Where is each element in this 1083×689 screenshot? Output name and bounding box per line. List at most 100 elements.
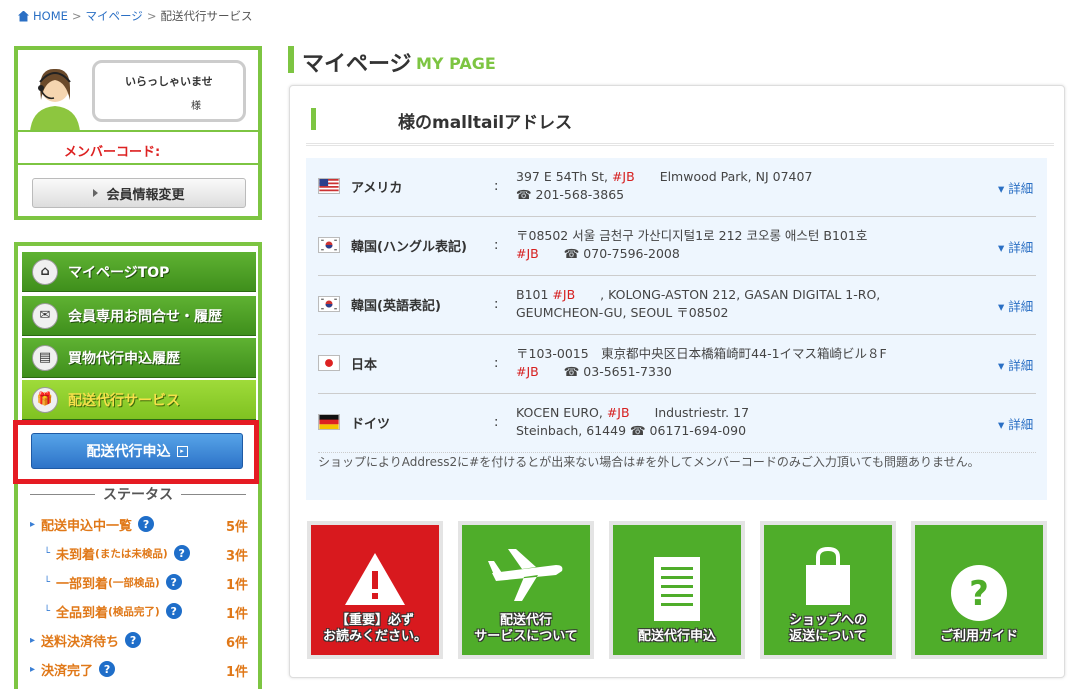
heading-accent-bar [311,108,316,130]
detail-link[interactable]: ▾ 詳細 [998,296,1033,315]
address-heading: 様のmalltailアドレス [398,113,573,133]
document-icon: ▤ [32,344,58,371]
address-text: KOCEN EURO, #JB Industriestr. 17 Steinba… [516,404,956,440]
status-item-partial-arrived[interactable]: └ 一部到着 (一部検品) ? [44,572,182,592]
status-item-all-arrived[interactable]: └ 全品到着 (検品完了) ? [44,601,182,621]
status-item-awaiting-payment[interactable]: ▸ 送料決済待ち ? [30,630,142,650]
address-text: B101 #JB , KOLONG-ASTON 212, GASAN DIGIT… [516,286,956,322]
important-notice-tile[interactable]: 【重要】必ず お読みください。 [307,521,443,659]
chevron-right-icon: ▸ [30,663,36,675]
colon: : [494,297,499,312]
help-icon[interactable]: ? [165,603,182,619]
sidebar-item-label: マイページTOP [68,264,170,281]
status-heading-text: ステータス [103,487,173,503]
address-line: GEUMCHEON-GU, SEOUL 〒08502 [516,305,729,320]
help-icon[interactable]: ? [138,516,155,532]
country-name: ドイツ [351,417,391,432]
address-line: Elmwood Park, NJ 07407 [634,169,813,184]
status-count: 5件 [225,520,248,535]
document-icon [654,557,700,621]
status-item-label: 決済完了 [41,663,94,679]
phone-line: ☎ 201-568-3865 [516,187,625,202]
status-item-label: 配送申込中一覧 [41,518,133,534]
greeting-text: いらっしゃいませ [125,75,213,88]
sidebar-item-mypage-top[interactable]: ⌂ マイページTOP [22,252,256,292]
breadcrumb-mypage[interactable]: マイページ [86,8,143,24]
status-count: 1件 [225,578,248,593]
greeting-suffix: 様 [191,101,201,112]
address-line: Industriestr. 17 [629,405,750,420]
shipping-apply-label: 配送代行申込 [86,444,171,460]
detail-link[interactable]: ▾ 詳細 [998,414,1033,433]
edit-member-info-button[interactable]: 会員情報変更 [32,178,246,208]
status-item-paid[interactable]: ▸ 決済完了 ? [30,659,116,679]
sidebar-item-inquiry[interactable]: ✉ 会員専用お問合せ・履歴 [22,296,256,336]
address-text: 〒103-0015 東京都中央区日本橋箱崎町44-1イマス箱崎ビル８F #JB … [516,345,956,381]
airplane-icon [488,549,563,601]
address-line: 397 E 54Th St, [516,169,612,184]
korea-flag-icon [318,296,340,312]
help-icon[interactable]: ? [125,632,142,648]
breadcrumb-home[interactable]: HOME [33,9,68,23]
breadcrumb-separator: > [146,9,157,23]
usa-flag-icon [318,178,340,194]
divider [18,130,258,132]
status-count: 3件 [225,549,248,564]
germany-flag-icon [318,414,340,430]
detail-link[interactable]: ▾ 詳細 [998,237,1033,256]
address-note: ショップによりAddress2に#を付けるとが出来ない場合は#を外してメンバーコ… [318,455,980,469]
question-icon: ? [951,565,1007,621]
status-item-label: 全品到着 [56,605,109,621]
japan-flag-icon [318,355,340,371]
status-count: 1件 [225,607,248,622]
status-heading: ステータス [30,484,246,504]
shopping-bag-icon [806,547,850,605]
home-icon: ⌂ [32,258,58,285]
status-item-sub: (または未検品) [95,547,168,560]
tile-label: 【重要】必ず お読みください。 [322,613,427,644]
help-icon[interactable]: ? [165,574,182,590]
phone-line: Steinbach, 61449 ☎ 06171-694-090 [516,423,747,438]
status-count: 6件 [225,636,248,651]
phone-line: ☎ 070-7596-2008 [538,246,680,261]
member-code-tag: #JB [606,405,630,420]
return-to-shop-tile[interactable]: ショップへの 返送について [760,521,896,659]
status-item-not-arrived[interactable]: └ 未到着 (または未検品) ? [44,543,190,563]
address-line: KOCEN EURO, [516,405,607,420]
shipping-service-info-tile[interactable]: 配送代行 サービスについて [458,521,594,659]
country-name: 韓国(ハングル表記) [351,240,467,255]
chevron-right-icon: ▸ [30,518,36,530]
status-item-label: 未到着 [56,547,96,563]
tile-label: ご利用ガイド [939,629,1018,644]
tree-branch-icon: └ [44,547,51,559]
colon: : [494,179,499,194]
address-list: アメリカ : 397 E 54Th St, #JB Elmwood Park, … [306,158,1047,500]
address-row-korea-english: 韓国(英語表記) : B101 #JB , KOLONG-ASTON 212, … [318,276,1036,335]
sidebar-item-purchase-history[interactable]: ▤ 買物代行申込履歴 [22,338,256,378]
detail-link[interactable]: ▾ 詳細 [998,355,1033,374]
usage-guide-tile[interactable]: ? ご利用ガイド [911,521,1047,659]
mail-icon: ✉ [32,302,58,329]
help-icon[interactable]: ? [99,661,116,677]
home-icon[interactable] [18,10,29,22]
shipping-apply-tile[interactable]: 配送代行申込 [609,521,745,659]
breadcrumb-current: 配送代行サービス [160,9,253,23]
member-code-tag: #JB [552,287,576,302]
detail-link[interactable]: ▾ 詳細 [998,178,1033,197]
tree-branch-icon: └ [44,605,51,617]
country-name: アメリカ [351,181,403,196]
help-icon[interactable]: ? [173,545,190,561]
address-line: B101 [516,287,553,302]
page-subtitle: MY PAGE [416,54,496,73]
sidebar-item-shipping-service[interactable]: 🎁 配送代行サービス [22,380,256,420]
status-item-in-progress[interactable]: ▸ 配送申込中一覧 ? [30,514,155,534]
colon: : [494,356,499,371]
address-row-japan: 日本 : 〒103-0015 東京都中央区日本橋箱崎町44-1イマス箱崎ビル８F… [318,335,1036,394]
shipping-apply-button[interactable]: 配送代行申込 ▸ [31,433,243,469]
country-name: 日本 [351,358,378,373]
address-row-usa: アメリカ : 397 E 54Th St, #JB Elmwood Park, … [318,158,1036,217]
tile-label: ショップへの 返送について [788,613,867,644]
member-code-tag: #JB [611,169,635,184]
status-item-sub: (検品完了) [108,605,160,618]
gift-icon: 🎁 [32,386,58,413]
